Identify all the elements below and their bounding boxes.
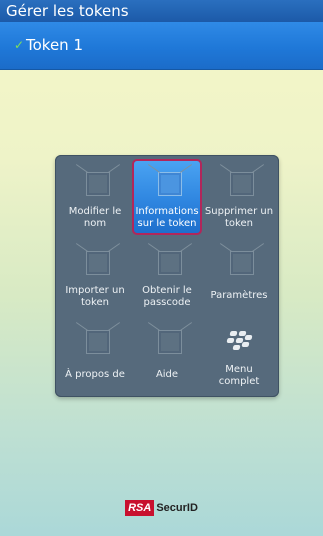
settings-icon bbox=[230, 251, 254, 275]
edit-icon bbox=[86, 172, 110, 196]
app-title-bar: Gérer les tokens bbox=[0, 0, 323, 22]
menu-item-label: Paramètres bbox=[210, 290, 268, 301]
menu-item-aide[interactable]: Aide bbox=[132, 317, 202, 393]
menu-item-obtenir-le-passcode[interactable]: Obtenir le passcode bbox=[132, 238, 202, 314]
help-icon bbox=[158, 330, 182, 354]
menu-item-menu-complet[interactable]: Menu complet bbox=[204, 317, 274, 393]
menu-item-label: Modifier le nom bbox=[68, 206, 122, 229]
menu-item-importer-un-token[interactable]: Importer un token bbox=[60, 238, 130, 314]
menu-item-label: Informations sur le token bbox=[135, 206, 199, 229]
info-icon bbox=[158, 172, 182, 196]
passcode-icon bbox=[158, 251, 182, 275]
menu-item-label: Aide bbox=[155, 369, 179, 380]
context-menu: Modifier le nom Informations sur le toke… bbox=[55, 155, 279, 397]
page-title: Gérer les tokens bbox=[6, 2, 129, 20]
rsa-logo: RSA bbox=[125, 499, 155, 516]
brand-footer: RSA SecurID bbox=[0, 497, 323, 517]
securid-logo: SecurID bbox=[156, 501, 198, 514]
blackberry-icon bbox=[226, 329, 253, 351]
menu-item-supprimer-un-token[interactable]: Supprimer un token bbox=[204, 159, 274, 235]
menu-item-label: Obtenir le passcode bbox=[142, 285, 192, 308]
menu-item-label: Importer un token bbox=[65, 285, 125, 308]
menu-item-label: À propos de bbox=[65, 369, 125, 380]
menu-item-label: Menu complet bbox=[218, 364, 260, 387]
token-name: Token 1 bbox=[26, 36, 83, 54]
menu-item-a-propos-de[interactable]: À propos de bbox=[60, 317, 130, 393]
token-row[interactable]: ✓ Token 1 bbox=[0, 22, 323, 70]
check-icon: ✓ bbox=[14, 38, 25, 52]
menu-item-informations-sur-le-token[interactable]: Informations sur le token bbox=[132, 159, 202, 235]
menu-item-parametres[interactable]: Paramètres bbox=[204, 238, 274, 314]
about-icon bbox=[86, 330, 110, 354]
import-icon bbox=[86, 251, 110, 275]
delete-icon bbox=[230, 172, 254, 196]
menu-item-label: Supprimer un token bbox=[204, 206, 274, 229]
menu-item-modifier-le-nom[interactable]: Modifier le nom bbox=[60, 159, 130, 235]
